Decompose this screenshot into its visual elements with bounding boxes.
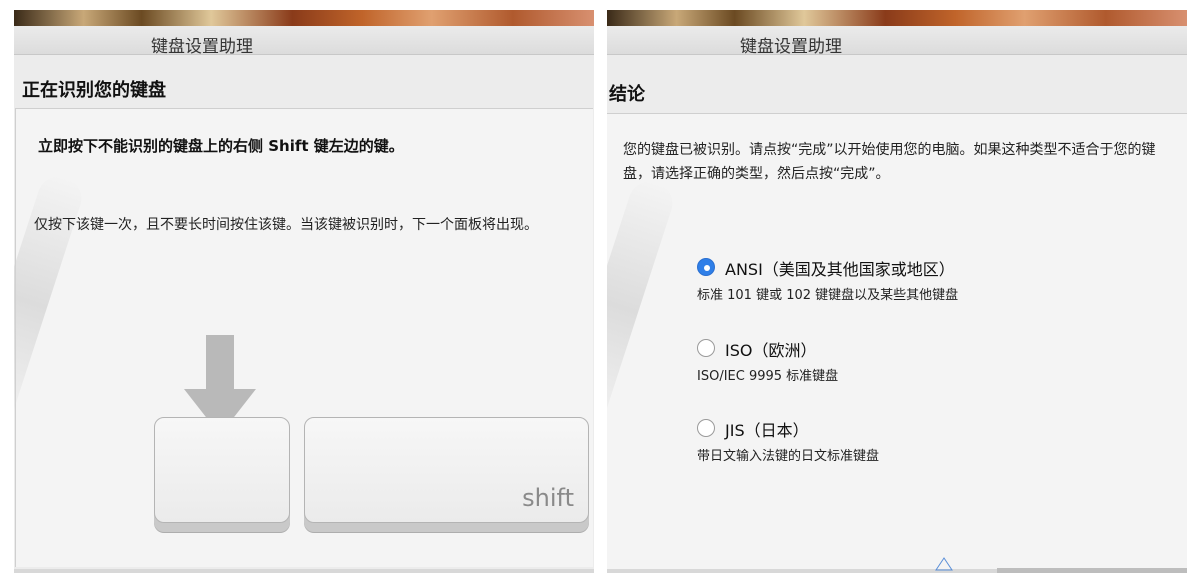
option-ansi-label[interactable]: ANSI（美国及其他国家或地区） [725,256,955,280]
option-jis-label[interactable]: JIS（日本） [725,417,809,441]
background-watermark [607,175,679,437]
instruction-detail: 仅按下该键一次，且不要长时间按住该键。当该键被识别时，下一个面板将出现。 [34,217,538,233]
content-pane: 立即按下不能识别的键盘上的右侧 Shift 键左边的键。 仅按下该键一次，且不要… [14,108,593,567]
window-titlebar[interactable]: 键盘设置助理 [607,26,1187,57]
content-pane: 您的键盘已被识别。请点按“完成”以开始使用您的电脑。如果这种类型不适合于您的键盘… [607,113,1187,573]
target-key-illustration [154,417,290,523]
triangle-marker-icon [935,557,953,571]
shift-key-label: shift [522,484,574,512]
background-watermark [14,170,88,432]
window-title: 键盘设置助理 [740,37,842,57]
option-iso-description: ISO/IEC 9995 标准键盘 [697,369,839,384]
keyboard-result-window: 键盘设置助理 结论 您的键盘已被识别。请点按“完成”以开始使用您的电脑。如果这种… [607,10,1187,573]
keyboard-identify-window: 键盘设置助理 正在识别您的键盘 立即按下不能识别的键盘上的右侧 Shift 键左… [14,10,594,573]
radio-iso[interactable] [697,339,715,357]
desktop-wallpaper-strip [607,10,1187,26]
option-iso-label[interactable]: ISO（欧洲） [725,337,816,361]
scrollbar[interactable] [997,568,1187,573]
page-heading: 结论 [609,84,645,105]
bottom-divider [14,569,594,573]
desktop-wallpaper-strip [14,10,594,26]
radio-jis[interactable] [697,419,715,437]
window-titlebar[interactable]: 键盘设置助理 [14,26,594,57]
result-message: 您的键盘已被识别。请点按“完成”以开始使用您的电脑。如果这种类型不适合于您的键盘… [623,142,1156,182]
option-jis-description: 带日文输入法键的日文标准键盘 [697,449,880,464]
window-title: 键盘设置助理 [151,37,253,57]
option-ansi-description: 标准 101 键或 102 键键盘以及某些其他键盘 [697,288,959,303]
shift-key-illustration: shift [304,417,589,523]
radio-ansi-selected[interactable] [697,258,715,276]
instruction-primary: 立即按下不能识别的键盘上的右侧 Shift 键左边的键。 [38,137,404,155]
page-heading: 正在识别您的键盘 [22,80,166,101]
